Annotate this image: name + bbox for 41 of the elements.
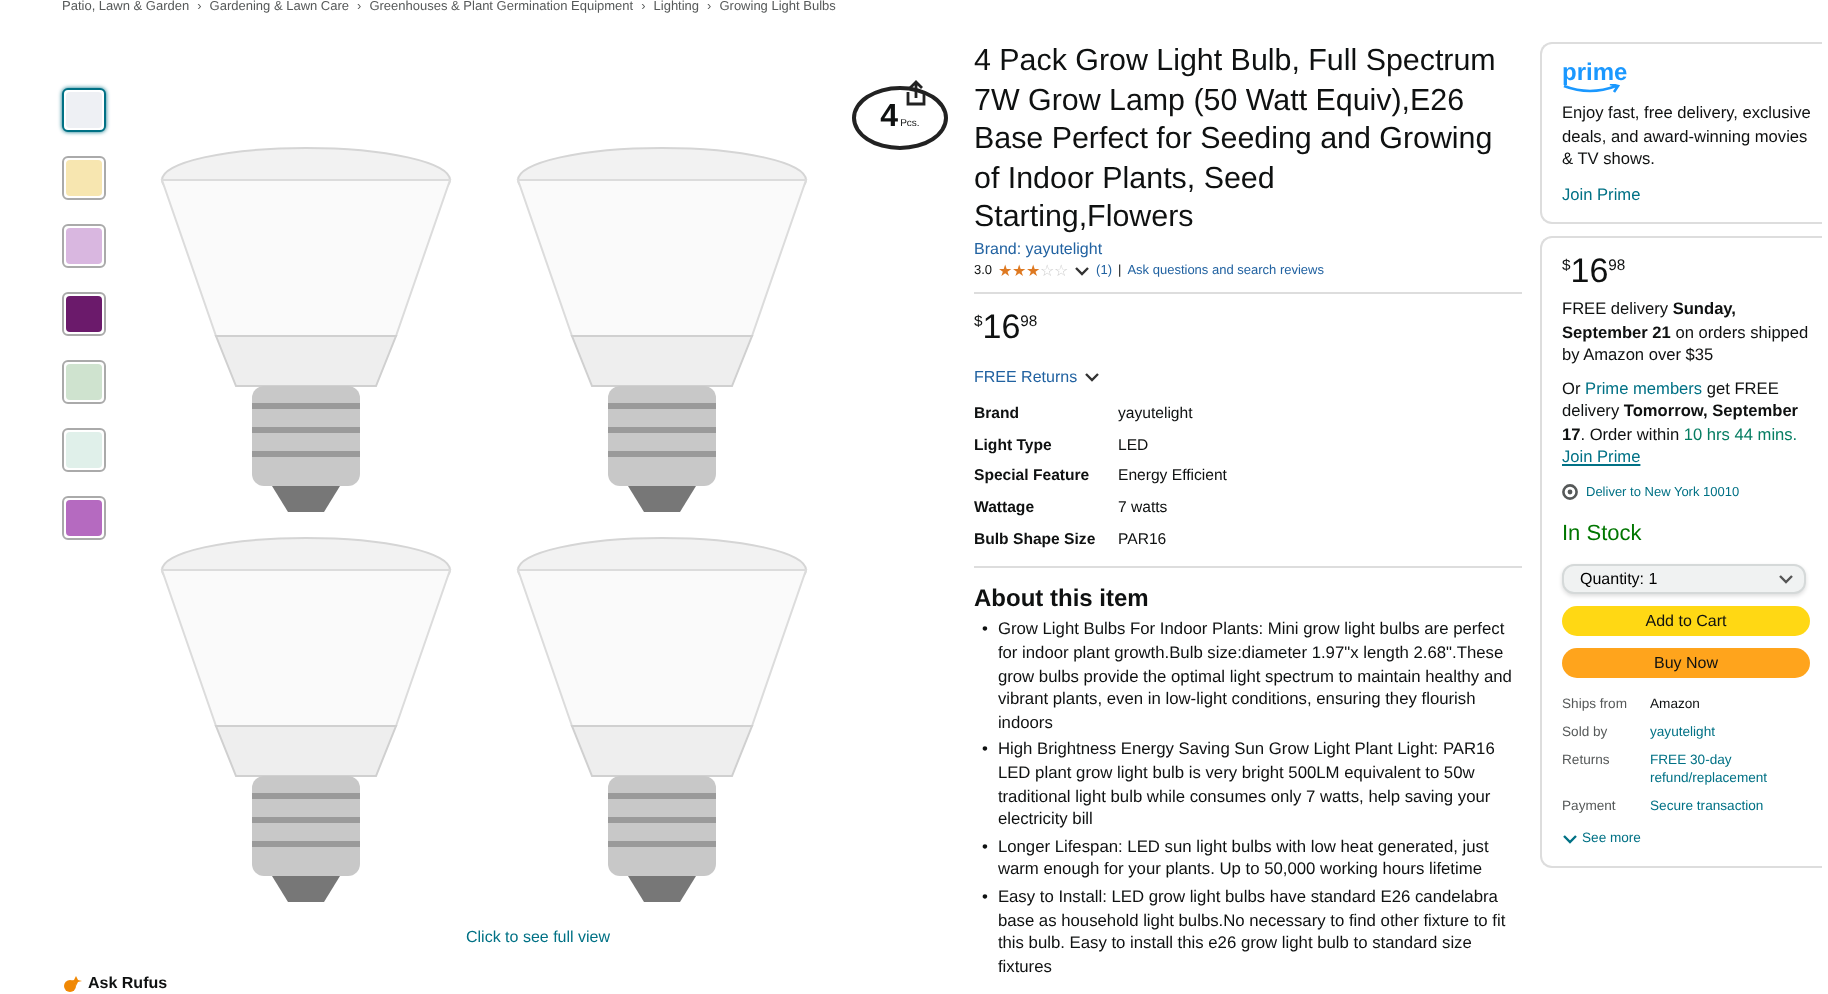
join-prime-link[interactable]: Join Prime bbox=[1562, 446, 1641, 466]
free-returns-link[interactable]: FREE Returns bbox=[974, 367, 1078, 385]
bullet-text: High Brightness Energy Saving Sun Grow Light Plant Light: PAR16 LED plant grow light bulb is very bright 500LM equivalent to 50w traditional light bulb while consumes only 7 watts, help saving your electricity bill bbox=[997, 738, 1497, 832]
thumbnail[interactable] bbox=[62, 88, 106, 132]
prime-promo-text: Enjoy fast, free delivery, exclusive deals, and award-winning movies & TV shows. bbox=[1562, 102, 1813, 171]
thumbnail[interactable] bbox=[62, 224, 106, 268]
stock-status: In Stock bbox=[1562, 524, 1644, 547]
bullet-marker: • bbox=[982, 618, 988, 643]
thumbnail[interactable] bbox=[62, 360, 106, 404]
product-title: 4 Pack Grow Light Bulb, Full Spectrum 7W Grow Lamp (50 Watt Equiv),E26 Base Perfect for Seeding and Growing of Indoor Plants, Seed Starting,Flowers bbox=[974, 42, 1498, 237]
full-view-link[interactable]: Click to see full view bbox=[466, 928, 611, 946]
bullet-marker: • bbox=[982, 835, 988, 860]
bullet-text: Longer Lifespan: LED sun light bulbs with low heat generated, just warm enough for your plants. Up to 50,000 working hours lifetime bbox=[997, 835, 1491, 883]
thumbnail[interactable] bbox=[62, 496, 106, 540]
bullet-marker: • bbox=[982, 738, 988, 763]
thumbnail[interactable] bbox=[62, 292, 106, 336]
countdown-text: 10 hrs 44 mins. bbox=[1683, 423, 1798, 443]
location-icon bbox=[1562, 484, 1578, 501]
prime-delivery-text: Or Prime members get FREE delivery Tomorrow, September 17. Order within 10 hrs 44 mins. Join Prime bbox=[1562, 377, 1801, 469]
chevron-down-icon bbox=[1083, 369, 1100, 383]
chevron-down-icon bbox=[1778, 573, 1794, 583]
prime-members-link[interactable]: Prime members bbox=[1585, 377, 1703, 397]
prime-logo: prime bbox=[1562, 60, 1626, 84]
smile-arrow-icon bbox=[1562, 84, 1622, 94]
section-heading: About this item bbox=[974, 584, 1151, 613]
bullet-marker: • bbox=[982, 886, 988, 911]
bullet-text: Grow Light Bulbs For Indoor Plants: Mini grow light bulbs are perfect for indoor plant growth.Bulb size:diameter 1.97"x length 2.68".These grow bulbs provide the optimal light spectrum to maintain healthy and vibrant plants, even in low-light conditions, ensuring they flourish indoors bbox=[997, 618, 1514, 735]
ask-rufus-button[interactable]: Ask Rufus bbox=[62, 974, 168, 992]
chevron-down-icon bbox=[1074, 264, 1091, 278]
bullet-text: Easy to Install: LED grow light bulbs have standard E26 candelabra base as household light bulbs.No necessary to find other fixture to fit this bulb. Easy to install this e26 grow light bulb to standard size fixtures bbox=[997, 886, 1508, 979]
add-to-cart-button[interactable]: Add to Cart bbox=[1562, 605, 1810, 635]
quantity-dropdown[interactable]: Quantity: 1 bbox=[1562, 563, 1806, 593]
buy-now-button[interactable]: Buy Now bbox=[1562, 647, 1810, 677]
thumbnail[interactable] bbox=[62, 156, 106, 200]
sparkle-icon bbox=[62, 974, 82, 992]
share-icon[interactable] bbox=[904, 80, 928, 106]
brand-link[interactable]: Brand: yayutelight bbox=[974, 239, 1103, 257]
delivery-text: FREE delivery Sunday, September 21 on orders shipped by Amazon over $35 bbox=[1562, 298, 1811, 367]
thumbnail[interactable] bbox=[62, 428, 106, 472]
chevron-down-icon bbox=[1562, 833, 1578, 844]
join-prime-link[interactable]: Join Prime bbox=[1562, 183, 1641, 206]
